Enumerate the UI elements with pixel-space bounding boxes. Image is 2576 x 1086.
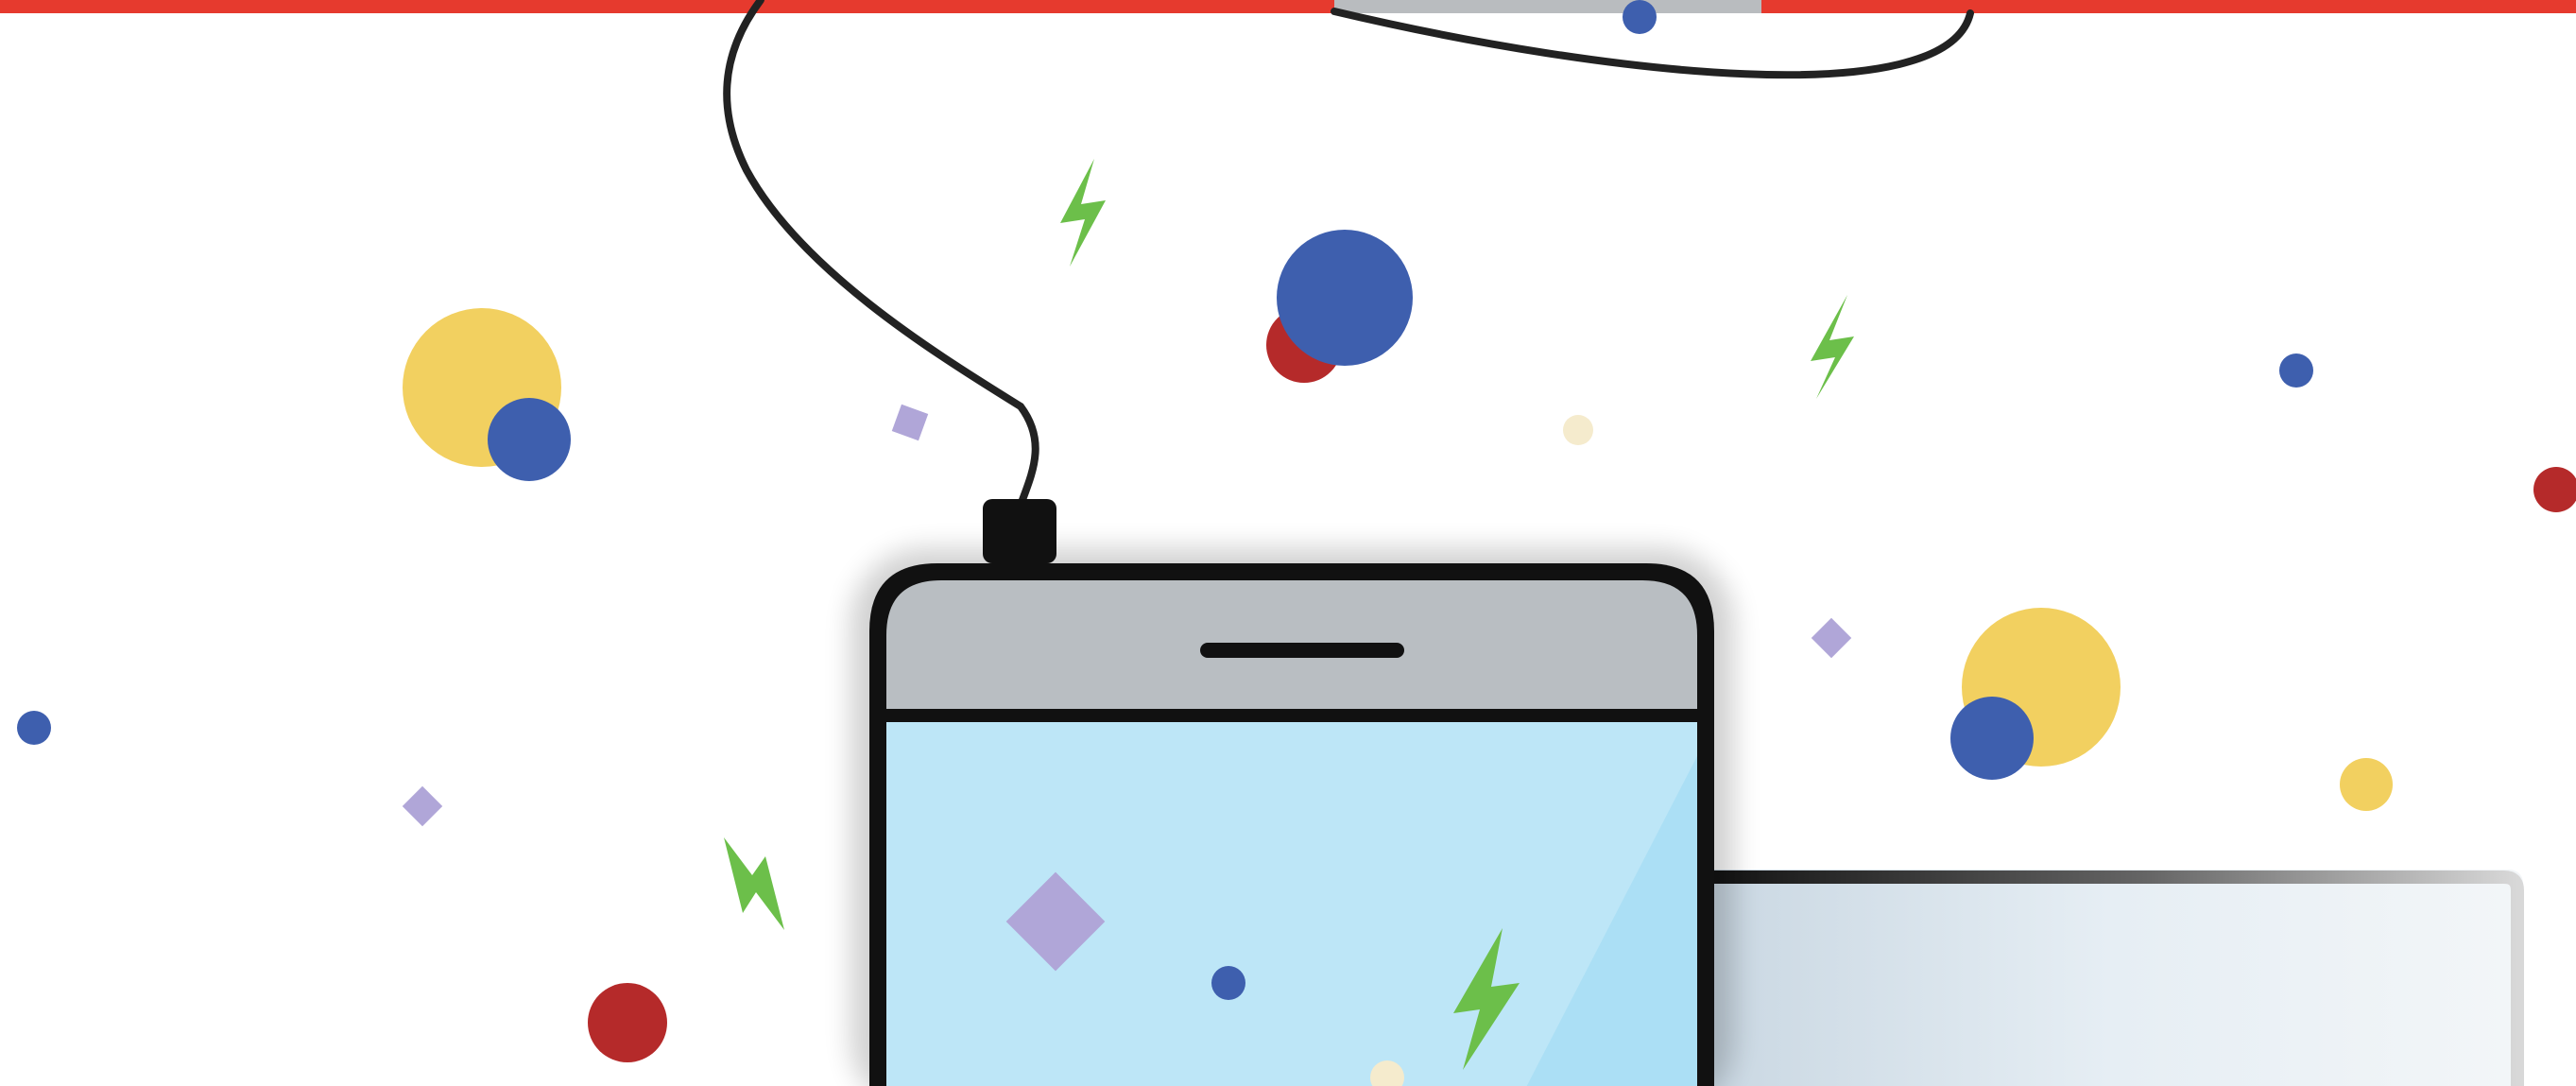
phone-speaker bbox=[1200, 643, 1404, 658]
laptop bbox=[1701, 870, 2524, 1086]
dot-blue-top bbox=[1623, 0, 1657, 34]
charging-phone-illustration bbox=[0, 0, 2576, 1086]
laptop-screen bbox=[1701, 870, 2523, 1086]
cable-plug bbox=[983, 499, 1056, 563]
lightning-bolt-icon bbox=[1060, 159, 1106, 267]
lightning-bolt-icon bbox=[1811, 295, 1854, 399]
phone bbox=[869, 499, 1714, 1086]
charging-cable bbox=[723, 0, 1039, 514]
top-bar bbox=[0, 0, 2576, 13]
lightning-bolt-icon bbox=[724, 837, 784, 930]
